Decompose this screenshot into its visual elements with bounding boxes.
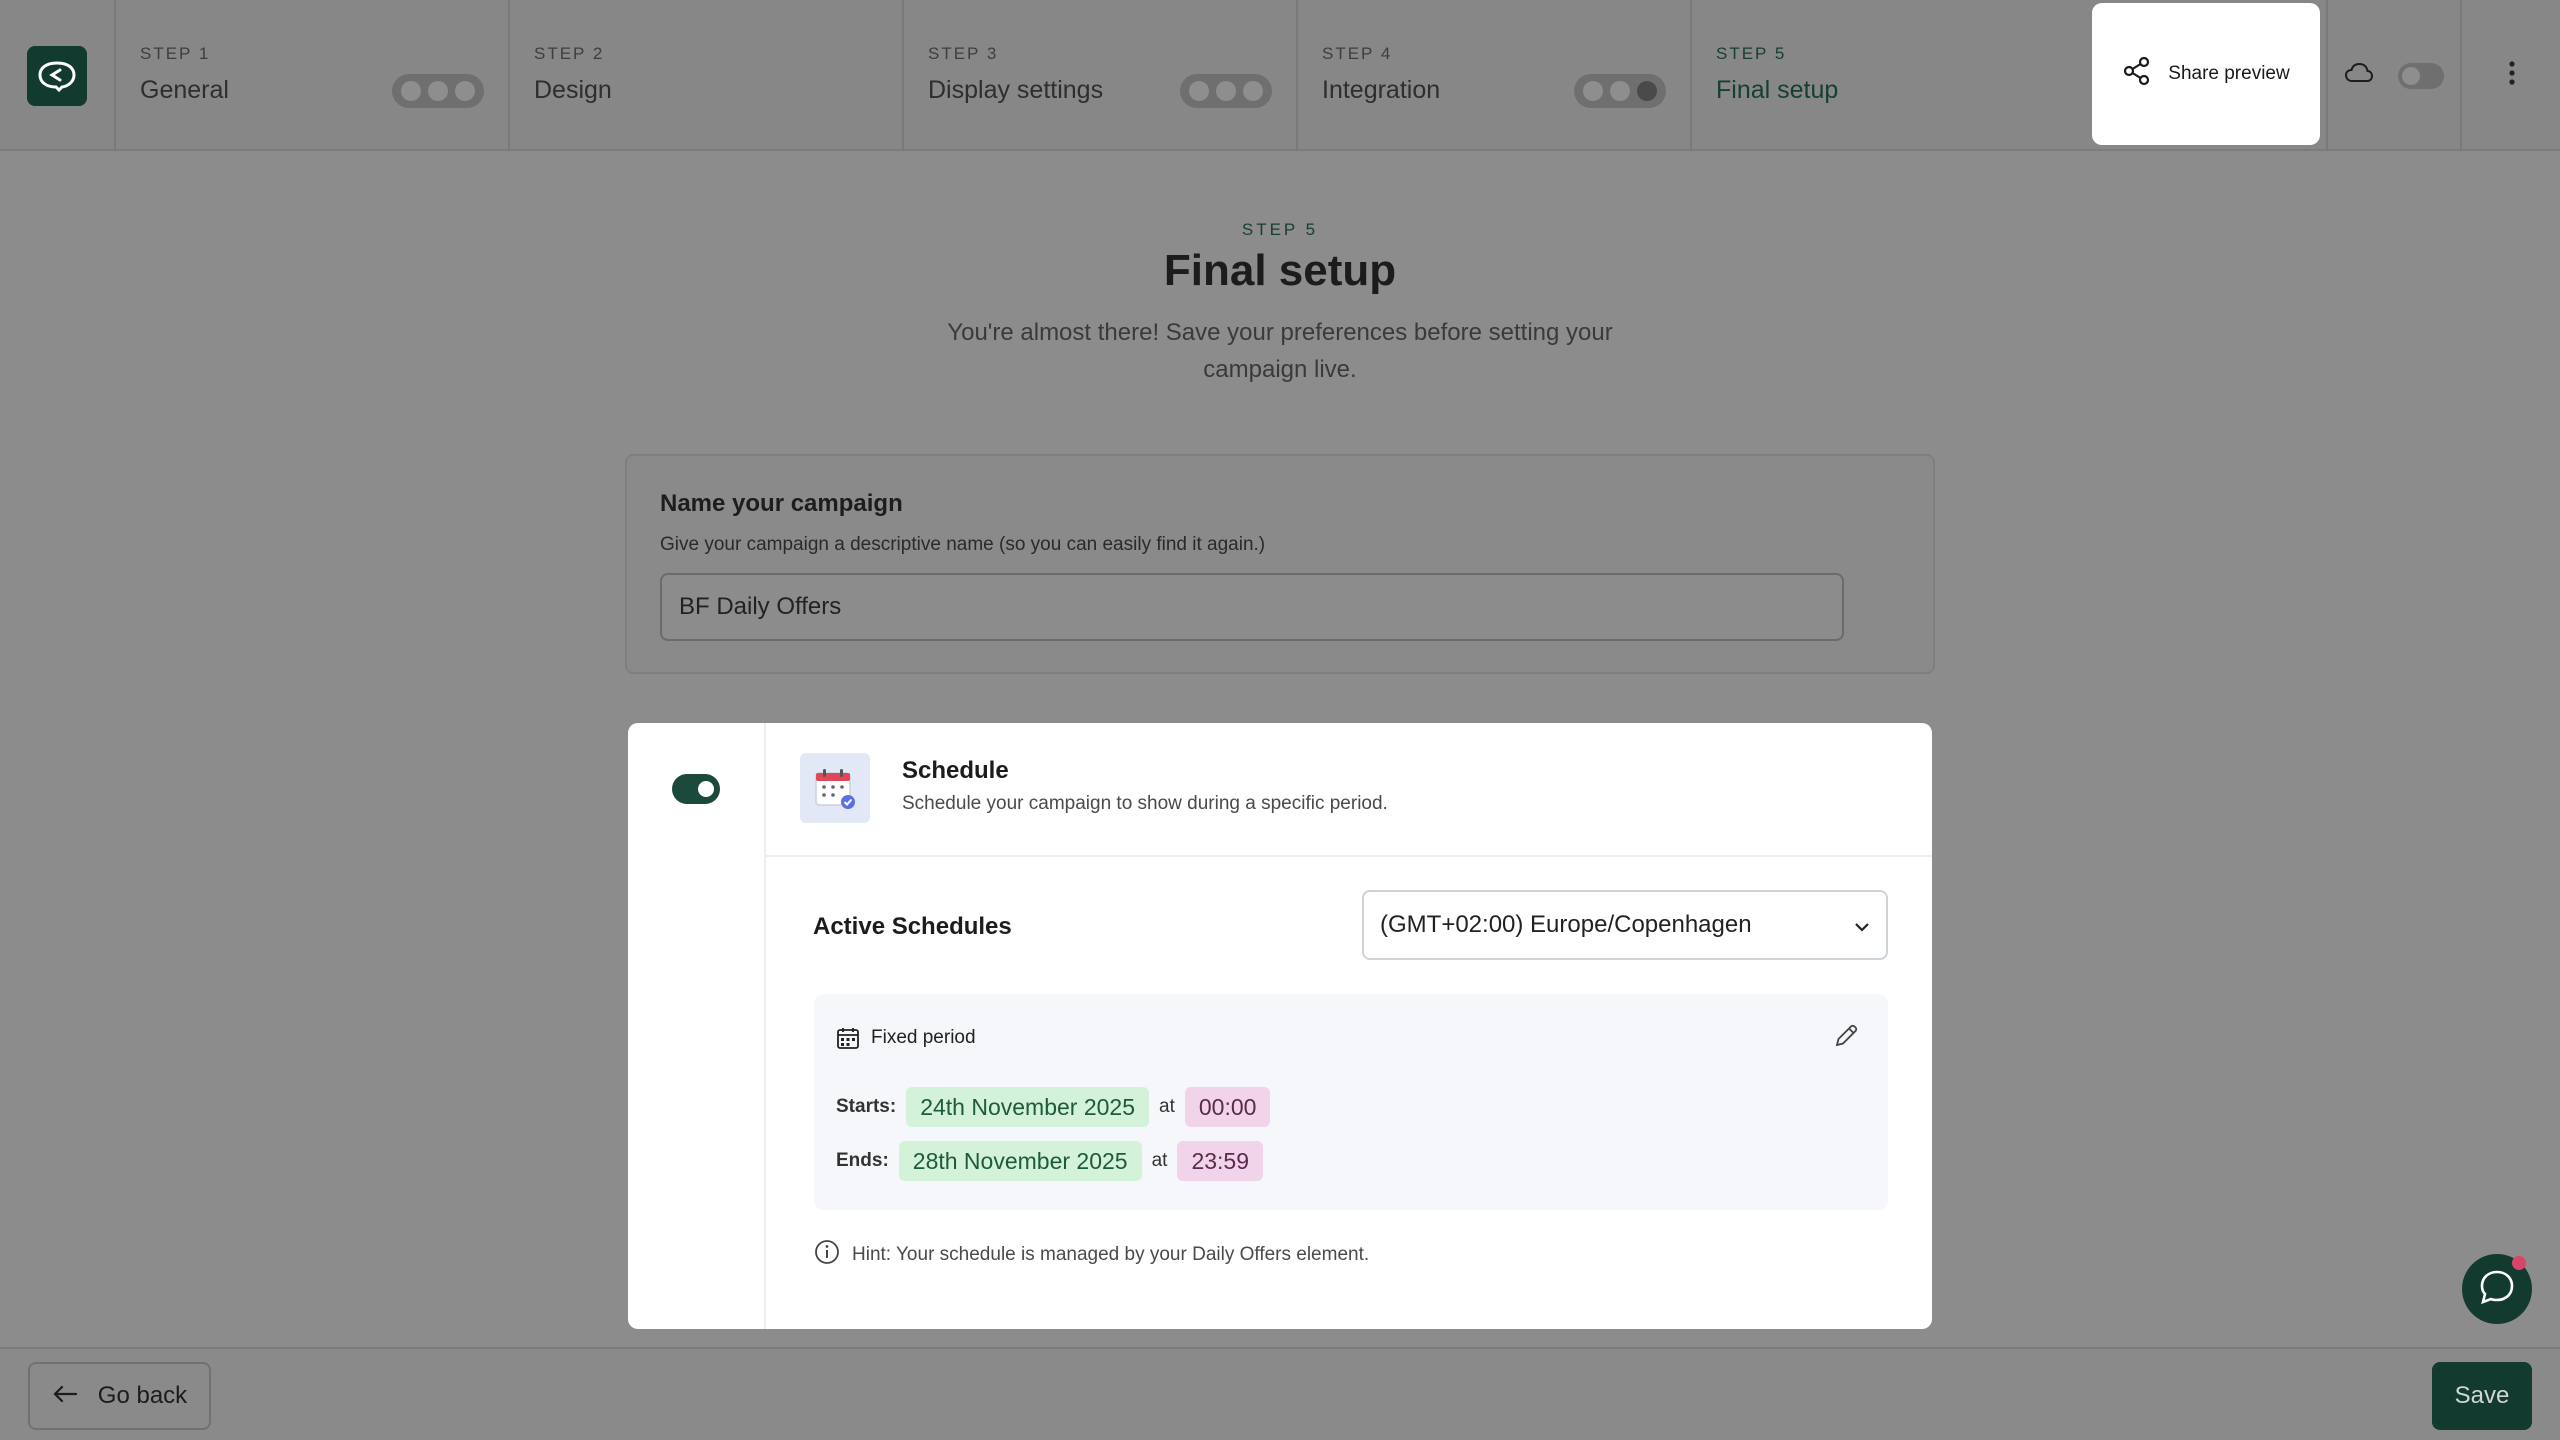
share-icon <box>2122 56 2152 92</box>
step-number: STEP 2 <box>534 44 605 63</box>
chat-bubble-icon <box>2477 1267 2517 1312</box>
progress-dot <box>1636 81 1657 101</box>
chat-bubble-logo-icon <box>27 45 87 106</box>
start-row: Starts: 24th November 2025 at 00:00 <box>836 1087 1271 1127</box>
cloud-icon <box>2344 62 2374 89</box>
save-button[interactable]: Save <box>2432 1362 2532 1430</box>
step-title: Final setup <box>1716 76 1839 104</box>
arrow-left-icon <box>52 1382 78 1410</box>
calendar-check-icon <box>800 753 870 823</box>
step-2-design[interactable]: STEP 2 Design <box>510 0 904 151</box>
step-progress-dots <box>1180 74 1272 108</box>
schedule-card: Schedule Schedule your campaign to show … <box>628 723 1932 1329</box>
step-progress-dots <box>392 74 484 108</box>
progress-dot <box>1583 81 1604 101</box>
timezone-value: (GMT+02:00) Europe/Copenhagen <box>1380 911 1752 938</box>
progress-dot <box>1215 81 1236 101</box>
active-schedules-label: Active Schedules <box>813 913 1012 940</box>
at-label: at <box>1159 1096 1175 1117</box>
support-chat-button[interactable] <box>2462 1254 2532 1324</box>
publish-status <box>2326 0 2462 151</box>
chevron-down-icon <box>1854 911 1870 939</box>
step-progress-dots <box>1574 74 1666 108</box>
campaign-name-title: Name your campaign <box>660 490 903 517</box>
ends-label: Ends: <box>836 1150 889 1171</box>
schedule-title: Schedule <box>902 757 1009 784</box>
step-5-final-setup[interactable]: STEP 5 Final setup <box>1692 0 2086 151</box>
start-date-chip[interactable]: 24th November 2025 <box>906 1087 1149 1127</box>
info-icon <box>814 1239 840 1271</box>
step-number: STEP 5 <box>1716 44 1787 63</box>
campaign-name-description: Give your campaign a descriptive name (s… <box>660 534 1266 555</box>
schedule-toggle-column <box>628 723 766 1329</box>
calendar-icon <box>836 1026 860 1055</box>
step-number: STEP 3 <box>928 44 999 63</box>
fixed-period-box: Fixed period Starts: 24th November 2025 … <box>814 994 1888 1210</box>
progress-dot <box>1189 81 1210 101</box>
share-preview-label: Share preview <box>2168 63 2290 84</box>
schedule-hint-text: Hint: Your schedule is managed by your D… <box>852 1244 1370 1265</box>
step-number: STEP 4 <box>1322 44 1393 63</box>
progress-dot <box>427 81 448 101</box>
step-3-display-settings[interactable]: STEP 3 Display settings <box>904 0 1298 151</box>
edit-pencil-icon[interactable] <box>1832 1022 1860 1055</box>
step-title: Design <box>534 76 612 104</box>
timezone-select[interactable]: (GMT+02:00) Europe/Copenhagen <box>1362 890 1888 960</box>
notification-dot <box>2512 1256 2526 1270</box>
publish-toggle[interactable] <box>2398 62 2444 89</box>
fixed-period-title: Fixed period <box>871 1027 976 1048</box>
progress-dot <box>1242 81 1263 101</box>
schedule-toggle[interactable] <box>672 774 720 804</box>
share-preview-button[interactable]: Share preview <box>2092 3 2320 145</box>
at-label: at <box>1151 1150 1168 1171</box>
start-time-chip[interactable]: 00:00 <box>1184 1087 1271 1127</box>
end-time-chip[interactable]: 23:59 <box>1177 1141 1264 1181</box>
go-back-label: Go back <box>97 1382 188 1409</box>
starts-label: Starts: <box>836 1096 897 1117</box>
campaign-name-card: Name your campaign Give your campaign a … <box>625 454 1935 674</box>
page-title: Final setup <box>1163 246 1397 295</box>
end-row: Ends: 28th November 2025 at 23:59 <box>836 1141 1264 1181</box>
footer-bar: Go back Save <box>0 1347 2560 1440</box>
campaign-name-input[interactable]: BF Daily Offers <box>660 573 1844 641</box>
more-menu-button[interactable] <box>2464 0 2560 151</box>
page-subtitle: You're almost there! Save your preferenc… <box>947 319 1613 383</box>
schedule-description: Schedule your campaign to show during a … <box>902 793 1388 814</box>
schedule-hint: Hint: Your schedule is managed by your D… <box>814 1239 1369 1271</box>
go-back-button[interactable]: Go back <box>28 1362 211 1430</box>
step-number: STEP 1 <box>140 44 211 63</box>
more-vertical-icon <box>2508 60 2516 91</box>
progress-dot <box>454 81 475 101</box>
progress-dot <box>401 81 422 101</box>
step-4-integration[interactable]: STEP 4 Integration <box>1298 0 1692 151</box>
logo-cell[interactable] <box>0 0 116 151</box>
end-date-chip[interactable]: 28th November 2025 <box>898 1141 1142 1181</box>
step-1-general[interactable]: STEP 1 General <box>116 0 510 151</box>
page-step-label: STEP 5 <box>1241 220 1319 239</box>
schedule-header: Schedule Schedule your campaign to show … <box>766 723 1932 857</box>
progress-dot <box>1609 81 1630 101</box>
